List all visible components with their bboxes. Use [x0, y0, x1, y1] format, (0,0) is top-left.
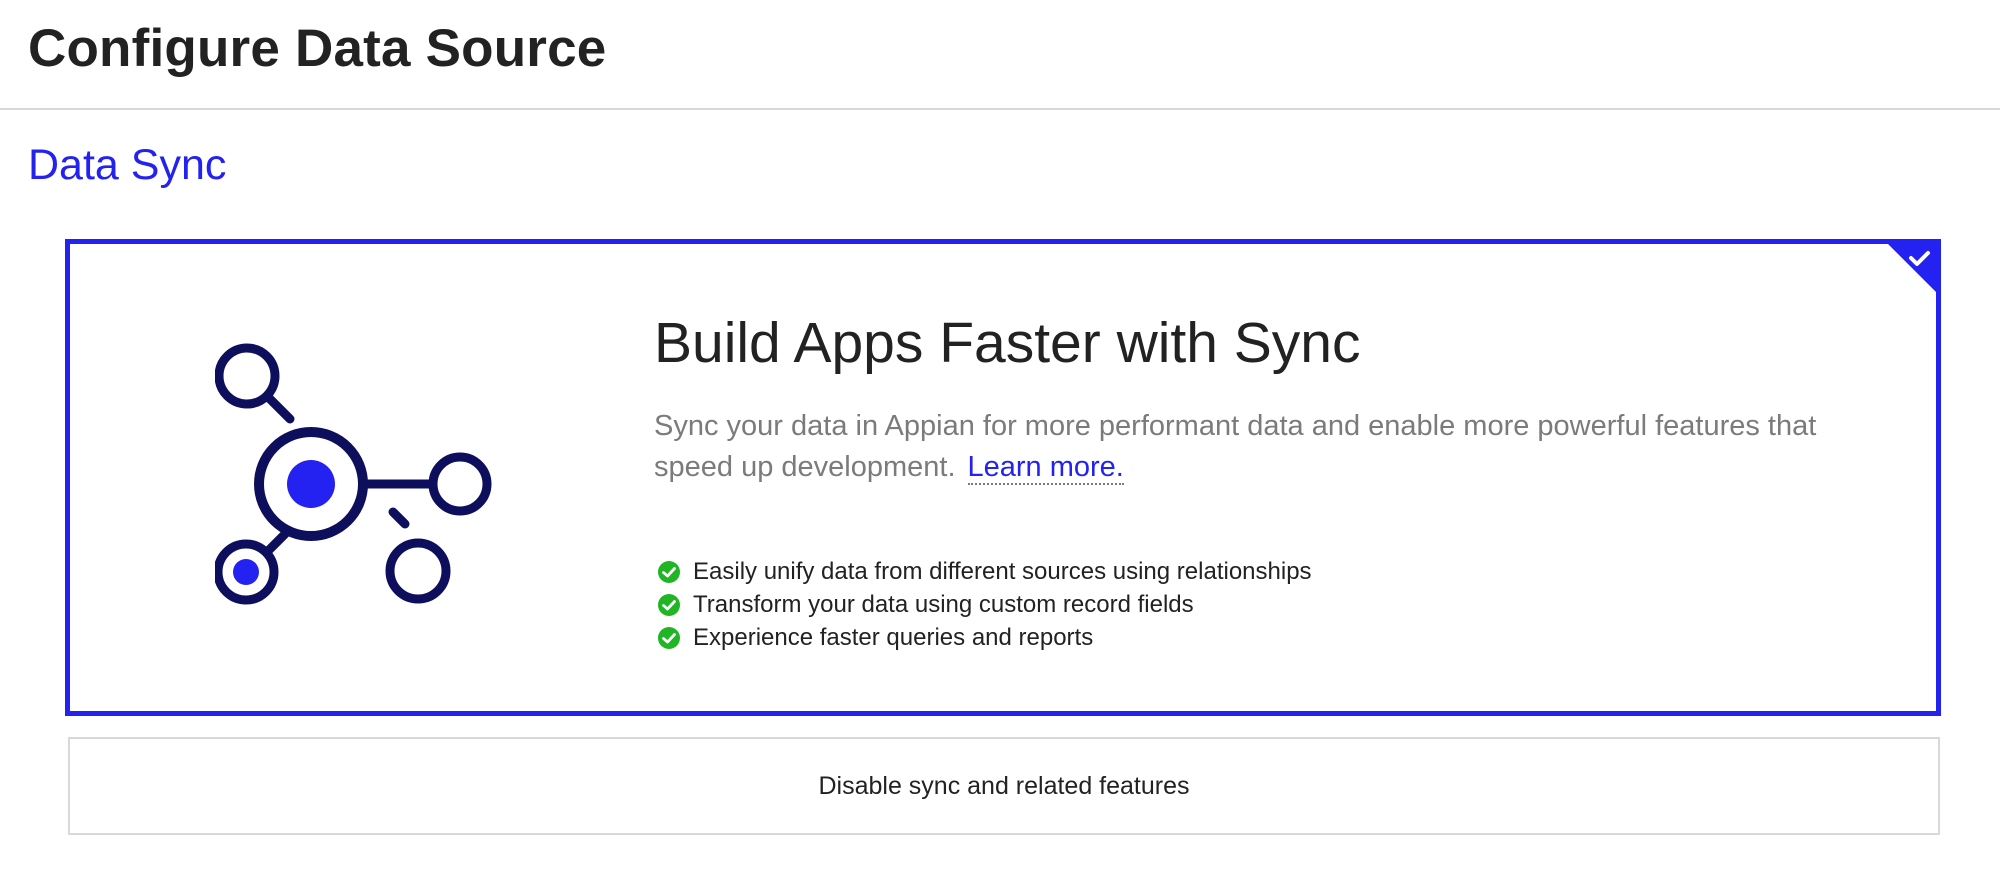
page-header: Configure Data Source: [0, 0, 2000, 110]
feature-label: Experience faster queries and reports: [693, 623, 1094, 651]
data-network-icon: [215, 343, 492, 605]
enable-sync-option-card[interactable]: Build Apps Faster with Sync Sync your da…: [65, 239, 1941, 716]
feature-item: Transform your data using custom record …: [657, 588, 1312, 621]
feature-item: Easily unify data from different sources…: [657, 555, 1312, 588]
selected-checkmark-icon: [1887, 243, 1937, 293]
feature-label: Transform your data using custom record …: [693, 590, 1194, 618]
green-check-circle-icon: [658, 560, 680, 583]
green-check-circle-icon: [658, 593, 680, 616]
section-title-data-sync: Data Sync: [28, 141, 227, 189]
feature-label: Easily unify data from different sources…: [693, 557, 1312, 585]
feature-list: Easily unify data from different sources…: [657, 555, 1312, 654]
page-title: Configure Data Source: [28, 19, 607, 78]
configure-data-source-page: Configure Data Source Data Sync Build Ap…: [0, 0, 2000, 893]
disable-sync-option-card[interactable]: Disable sync and related features: [68, 737, 1940, 835]
sync-card-description: Sync your data in Appian for more perfor…: [654, 406, 1874, 488]
feature-item: Experience faster queries and reports: [657, 621, 1312, 654]
learn-more-link[interactable]: Learn more.: [967, 451, 1124, 485]
sync-card-heading: Build Apps Faster with Sync: [654, 311, 1361, 375]
disable-sync-label: Disable sync and related features: [818, 771, 1190, 800]
description-text: Sync your data in Appian for more perfor…: [654, 410, 1817, 483]
green-check-circle-icon: [658, 626, 680, 649]
